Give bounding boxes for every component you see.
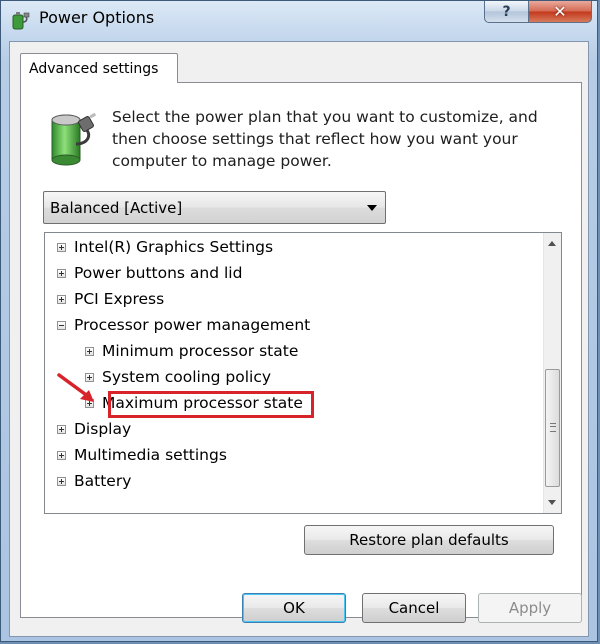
tree-item[interactable]: Display xyxy=(57,417,131,441)
tree-item-label: Power buttons and lid xyxy=(74,264,243,282)
tree-item[interactable]: Power buttons and lid xyxy=(57,261,242,285)
tree-item-label: Battery xyxy=(74,472,132,490)
tree-item-label: Maximum processor state xyxy=(102,394,303,412)
tree-item-label: Display xyxy=(74,420,132,438)
power-plan-value: Balanced [Active] xyxy=(50,198,183,217)
expand-plus-icon[interactable] xyxy=(57,450,66,460)
tree-item[interactable]: Multimedia settings xyxy=(57,443,227,467)
annotation-arrow-icon xyxy=(57,373,94,402)
tree-item[interactable]: System cooling policy xyxy=(85,365,271,389)
settings-tree[interactable]: Intel(R) Graphics Settings Power buttons… xyxy=(44,232,562,514)
power-options-icon xyxy=(12,12,30,30)
ok-button[interactable]: OK xyxy=(242,593,346,623)
tree-item[interactable]: PCI Express xyxy=(57,287,164,311)
apply-button[interactable]: Apply xyxy=(478,593,582,623)
chevron-down-icon xyxy=(367,205,377,211)
vertical-scrollbar[interactable] xyxy=(543,233,561,513)
tree-item-label: Processor power management xyxy=(74,316,311,334)
window-title: Power Options xyxy=(39,8,155,27)
tree-item[interactable]: Battery xyxy=(57,469,131,493)
close-icon: ✕ xyxy=(553,2,567,21)
title-bar[interactable]: Power Options ? ✕ xyxy=(1,1,597,41)
tree-item-maximum-processor-state[interactable]: Maximum processor state xyxy=(85,391,303,415)
tree-item[interactable]: Intel(R) Graphics Settings xyxy=(57,235,273,259)
battery-plug-icon xyxy=(51,112,97,166)
tab-advanced-settings[interactable]: Advanced settings xyxy=(20,53,178,83)
help-icon: ? xyxy=(502,3,511,20)
help-button[interactable]: ? xyxy=(484,1,529,23)
collapse-minus-icon[interactable] xyxy=(57,320,66,330)
scroll-down-icon[interactable] xyxy=(544,494,561,511)
grip-icon xyxy=(550,423,556,432)
tree-item[interactable]: Minimum processor state xyxy=(85,339,298,363)
tree-item[interactable]: Processor power management xyxy=(57,313,310,337)
restore-plan-defaults-button[interactable]: Restore plan defaults xyxy=(304,525,554,555)
description-text: Select the power plan that you want to c… xyxy=(112,108,538,170)
expand-plus-icon[interactable] xyxy=(57,476,66,486)
power-plan-select[interactable]: Balanced [Active] xyxy=(43,191,386,224)
tree-item-label: Multimedia settings xyxy=(74,446,227,464)
expand-plus-icon[interactable] xyxy=(85,346,94,356)
expand-plus-icon[interactable] xyxy=(57,294,66,304)
power-options-window: Power Options ? ✕ Advanced settings Sele… xyxy=(0,0,598,642)
scroll-up-icon[interactable] xyxy=(544,235,561,252)
expand-plus-icon[interactable] xyxy=(57,242,66,252)
tree-item-label: PCI Express xyxy=(74,290,165,308)
expand-plus-icon[interactable] xyxy=(57,268,66,278)
tree-item-label: Minimum processor state xyxy=(102,342,299,360)
scroll-thumb[interactable] xyxy=(545,369,560,487)
cancel-button[interactable]: Cancel xyxy=(362,593,466,623)
close-button[interactable]: ✕ xyxy=(528,1,592,23)
expand-plus-icon[interactable] xyxy=(57,424,66,434)
dialog-client: Advanced settings Select the power plan … xyxy=(9,41,589,637)
tree-item-label: Intel(R) Graphics Settings xyxy=(74,238,274,256)
tree-item-label: System cooling policy xyxy=(102,368,272,386)
